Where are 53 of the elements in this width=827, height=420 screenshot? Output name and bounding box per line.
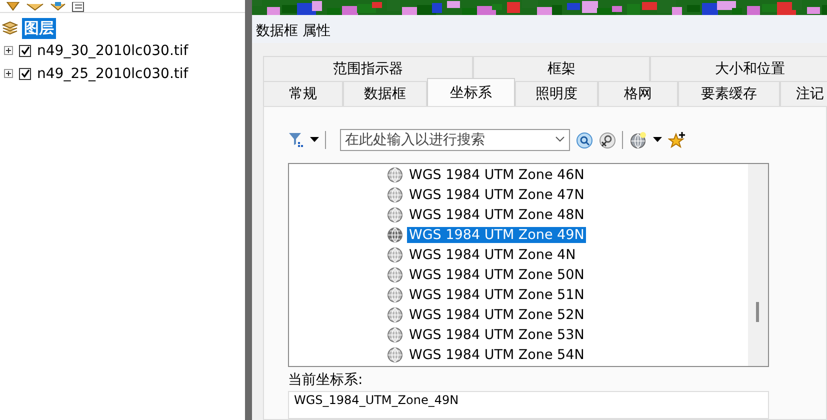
layer-checkbox[interactable]	[19, 68, 31, 80]
tab[interactable]: 坐标系	[427, 78, 515, 106]
caret-icon[interactable]	[653, 137, 662, 144]
caret-icon[interactable]	[310, 137, 319, 144]
tab[interactable]: 常规	[263, 81, 343, 106]
tab[interactable]: 范围指示器	[263, 56, 473, 81]
globe-icon	[387, 347, 403, 364]
list-icon[interactable]	[72, 2, 84, 12]
tab[interactable]: 数据框	[343, 81, 427, 106]
globe-icon	[387, 327, 403, 344]
search-icon[interactable]	[576, 132, 593, 149]
coordinate-system-item[interactable]: WGS 1984 UTM Zone 49N	[407, 227, 586, 244]
coordinate-system-item[interactable]: WGS 1984 UTM Zone 53N	[407, 327, 586, 344]
globe-icon	[387, 267, 403, 284]
tab[interactable]: 大小和位置	[650, 56, 827, 81]
layer-checkbox[interactable]	[19, 44, 31, 56]
layer-icon[interactable]	[50, 2, 66, 12]
coordinate-system-item[interactable]: WGS 1984 UTM Zone 48N	[407, 207, 586, 224]
layer-icon[interactable]	[6, 2, 20, 12]
tab[interactable]: 要素缓存	[678, 81, 780, 106]
tab[interactable]: 格网	[598, 81, 678, 106]
globe-icon	[387, 167, 403, 184]
globe-icon[interactable]	[629, 131, 647, 150]
tab[interactable]: 注记	[780, 81, 827, 106]
globe-icon	[387, 187, 403, 204]
current-system-field: WGS_1984_UTM_Zone_49N	[288, 391, 769, 419]
coordinate-system-item[interactable]: WGS 1984 UTM Zone 4N	[407, 247, 578, 264]
expand-icon[interactable]	[4, 69, 13, 78]
window-title: 数据框 属性	[256, 22, 330, 40]
expand-icon[interactable]	[4, 46, 13, 55]
tab[interactable]: 框架	[473, 56, 650, 81]
coordinate-system-item[interactable]: WGS 1984 UTM Zone 47N	[407, 187, 586, 204]
globe-icon	[387, 227, 403, 244]
coordinate-system-item[interactable]: WGS 1984 UTM Zone 51N	[407, 287, 586, 304]
layer-name[interactable]: n49_25_2010lc030.tif	[37, 66, 188, 82]
layer-icon[interactable]	[26, 2, 44, 12]
layer-name[interactable]: n49_30_2010lc030.tif	[37, 42, 188, 58]
search-field[interactable]: 在此处输入以进行搜索	[340, 129, 570, 152]
globe-icon	[387, 247, 403, 264]
coordinate-system-item[interactable]: WGS 1984 UTM Zone 46N	[407, 167, 586, 184]
filter-icon[interactable]	[288, 132, 304, 148]
layers-root[interactable]: 图层	[22, 18, 56, 38]
coordinate-system-item[interactable]: WGS 1984 UTM Zone 54N	[407, 347, 586, 364]
star-icon[interactable]	[668, 131, 686, 150]
globe-icon	[387, 207, 403, 224]
current-system-label: 当前坐标系:	[288, 371, 364, 390]
scrollbar-thumb[interactable]	[756, 302, 759, 322]
coordinate-system-item[interactable]: WGS 1984 UTM Zone 50N	[407, 267, 586, 284]
layers-icon	[2, 21, 18, 35]
coordinate-system-item[interactable]: WGS 1984 UTM Zone 52N	[407, 307, 586, 324]
globe-icon	[387, 307, 403, 324]
globe-icon	[387, 287, 403, 304]
tab[interactable]: 照明度	[515, 81, 598, 106]
